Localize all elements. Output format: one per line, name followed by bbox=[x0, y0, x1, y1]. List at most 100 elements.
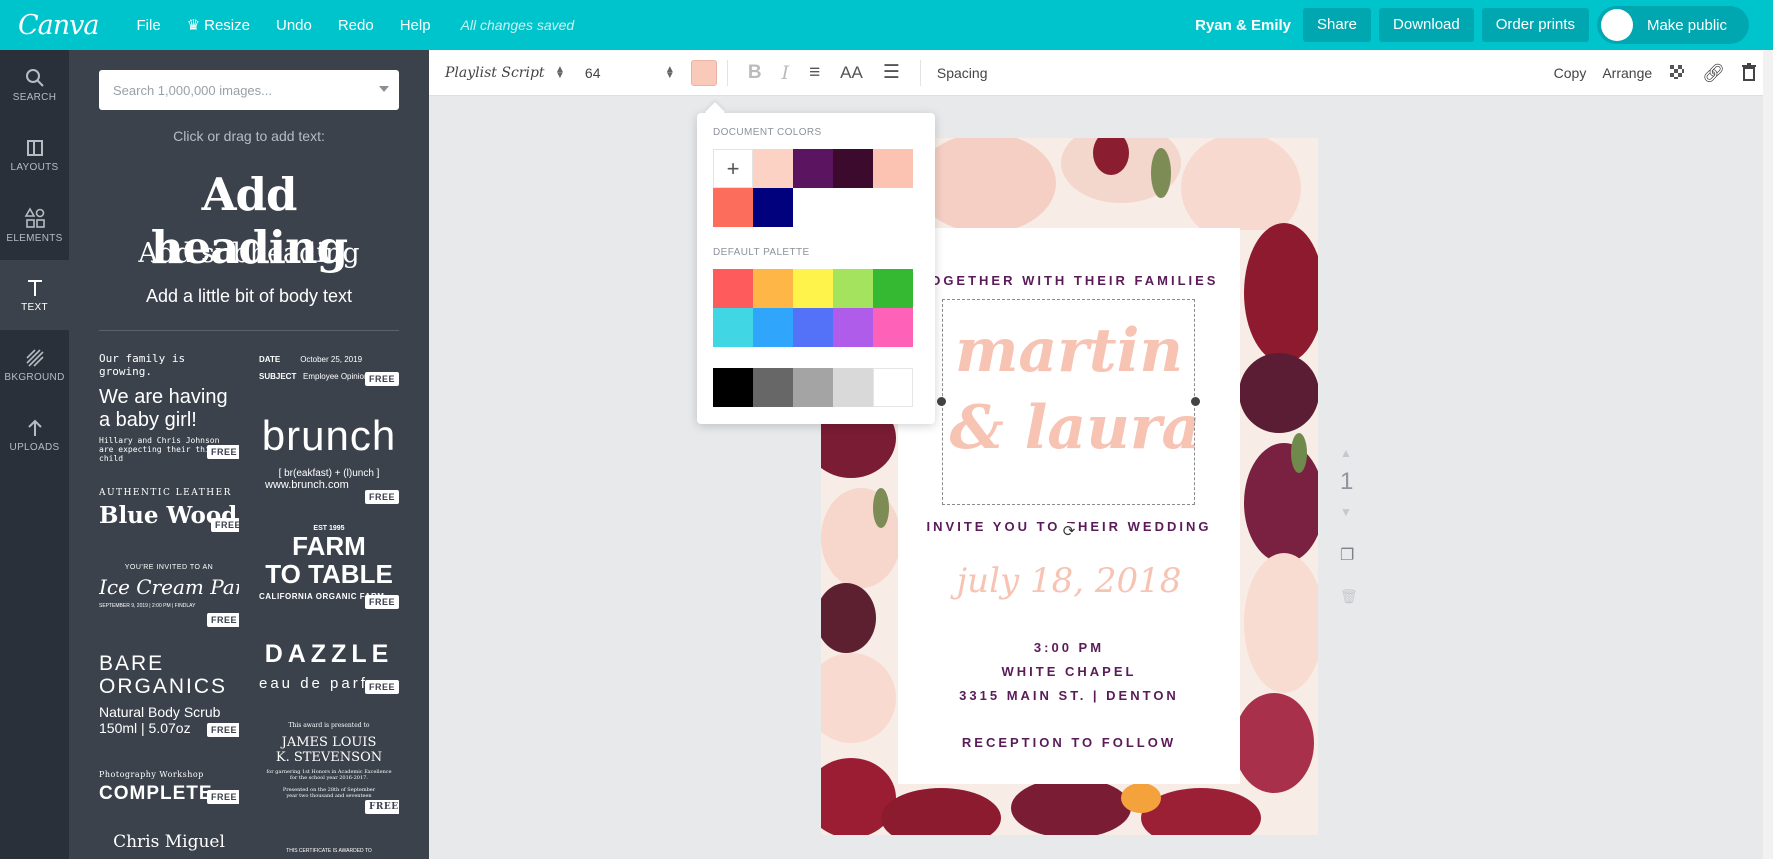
rail-search[interactable]: SEARCH bbox=[0, 50, 69, 120]
menu-file[interactable]: File bbox=[137, 17, 161, 34]
rail-search-label: SEARCH bbox=[12, 91, 57, 103]
color-swatch[interactable] bbox=[873, 368, 913, 407]
download-button[interactable]: Download bbox=[1379, 8, 1474, 42]
resize-handle-right[interactable] bbox=[1191, 397, 1200, 406]
crown-icon: ♛ bbox=[186, 17, 201, 34]
left-rail: SEARCH LAYOUTS ELEMENTS TEXT BKGROUND UP… bbox=[0, 50, 69, 859]
template-baby[interactable]: Our family is growing. We are having a b… bbox=[99, 352, 239, 462]
text-color-button[interactable] bbox=[690, 59, 717, 86]
top-bar: Canva File ♛ Resize Undo Redo Help All c… bbox=[0, 0, 1773, 50]
template-photography[interactable]: Photography Workshop COMPLETE FREE bbox=[99, 770, 239, 820]
delete-page-icon[interactable]: 🗑︎ bbox=[1340, 588, 1358, 605]
make-public-toggle[interactable]: Make public bbox=[1596, 6, 1749, 44]
color-swatch[interactable] bbox=[833, 149, 873, 188]
canva-logo[interactable]: Canva bbox=[18, 10, 99, 41]
tpl-text: YOU'RE INVITED TO AN bbox=[124, 564, 214, 571]
tpl-text: [ br(eakfast) + (l)unch ] bbox=[278, 468, 380, 479]
rail-background[interactable]: BKGROUND bbox=[0, 330, 69, 400]
memo-date-row: DATE October 25, 2019 bbox=[259, 355, 399, 364]
rail-elements[interactable]: ELEMENTS bbox=[0, 190, 69, 260]
color-swatch[interactable] bbox=[753, 149, 793, 188]
together-text[interactable]: TOGETHER WITH THEIR FAMILIES bbox=[898, 273, 1240, 288]
date-text[interactable]: july 18, 2018 bbox=[898, 561, 1240, 601]
menu-redo[interactable]: Redo bbox=[338, 17, 374, 34]
color-swatch[interactable] bbox=[713, 368, 753, 407]
color-swatch[interactable] bbox=[873, 149, 913, 188]
letter-case-icon[interactable]: AA bbox=[840, 63, 863, 83]
add-body-text-button[interactable]: Add a little bit of body text bbox=[99, 286, 399, 307]
tpl-text: for the school year 2016-2017. bbox=[290, 775, 368, 781]
tpl-text: TO TABLE bbox=[265, 559, 393, 589]
team-name[interactable]: Ryan & Emily bbox=[1195, 17, 1291, 34]
align-center-icon[interactable]: ≡ bbox=[809, 62, 820, 84]
template-chris[interactable]: Chris Miguel bbox=[99, 832, 239, 859]
color-swatch[interactable] bbox=[753, 308, 793, 347]
add-color-button[interactable]: + bbox=[713, 149, 753, 188]
rotate-icon[interactable]: ⟳ bbox=[1060, 523, 1078, 541]
template-ice-cream[interactable]: YOU'RE INVITED TO AN Ice Cream Party SEP… bbox=[99, 564, 239, 639]
share-button[interactable]: Share bbox=[1303, 8, 1372, 42]
rail-text[interactable]: TEXT bbox=[0, 260, 69, 330]
menu-help[interactable]: Help bbox=[400, 17, 431, 34]
time-text[interactable]: 3:00 PM bbox=[898, 640, 1240, 655]
venue-text[interactable]: WHITE CHAPEL bbox=[898, 664, 1240, 679]
spacing-button[interactable]: Spacing bbox=[937, 65, 988, 81]
color-swatch[interactable] bbox=[713, 308, 753, 347]
color-swatch[interactable] bbox=[753, 368, 793, 407]
template-certificate[interactable]: THIS CERTIFICATE IS AWARDED TO bbox=[259, 848, 399, 859]
template-farm[interactable]: EST 1995 FARM TO TABLE CALIFORNIA ORGANI… bbox=[259, 525, 399, 615]
template-bare-organics[interactable]: BARE ORGANICS Natural Body Scrub 150ml |… bbox=[99, 652, 239, 742]
color-swatch[interactable] bbox=[833, 308, 873, 347]
arrange-button[interactable]: Arrange bbox=[1602, 65, 1652, 81]
italic-icon[interactable]: I bbox=[782, 62, 790, 84]
color-swatch[interactable] bbox=[833, 368, 873, 407]
free-badge: FREE bbox=[365, 372, 399, 386]
color-swatch[interactable] bbox=[793, 149, 833, 188]
document-colors-label: DOCUMENT COLORS bbox=[713, 127, 822, 138]
transparency-icon[interactable] bbox=[1668, 63, 1686, 84]
font-select-arrows-icon[interactable]: ▲ ▼ bbox=[555, 64, 565, 80]
duplicate-page-icon[interactable]: ❐ bbox=[1340, 545, 1354, 565]
address-text[interactable]: 3315 MAIN ST. | DENTON bbox=[898, 688, 1240, 703]
trash-icon[interactable] bbox=[1741, 62, 1757, 84]
color-swatch[interactable] bbox=[713, 188, 753, 227]
template-dazzle[interactable]: DAZZLE eau de parfum FREE bbox=[259, 640, 399, 700]
menu-undo[interactable]: Undo bbox=[276, 17, 312, 34]
move-page-down-icon[interactable]: ▼ bbox=[1340, 505, 1352, 519]
chevron-down-icon[interactable] bbox=[379, 86, 389, 92]
move-page-up-icon[interactable]: ▲ bbox=[1340, 446, 1352, 460]
color-swatch[interactable] bbox=[793, 269, 833, 308]
bold-icon[interactable]: B bbox=[748, 62, 762, 84]
link-icon[interactable]: 🔗︎ bbox=[1702, 63, 1725, 84]
copy-button[interactable]: Copy bbox=[1554, 65, 1587, 81]
template-award[interactable]: This award is presented to JAMES LOUIS K… bbox=[259, 722, 399, 822]
rail-layouts[interactable]: LAYOUTS bbox=[0, 120, 69, 190]
color-swatch[interactable] bbox=[753, 188, 793, 227]
rail-uploads[interactable]: UPLOADS bbox=[0, 400, 69, 470]
color-swatch[interactable] bbox=[873, 269, 913, 308]
template-leather[interactable]: AUTHENTIC LEATHER Blue Wood FREE bbox=[99, 488, 239, 548]
list-icon[interactable]: ☰ bbox=[883, 61, 900, 84]
color-swatch[interactable] bbox=[753, 269, 793, 308]
order-prints-button[interactable]: Order prints bbox=[1481, 8, 1589, 42]
font-select[interactable]: Playlist Script bbox=[445, 65, 555, 81]
color-swatch[interactable] bbox=[793, 368, 833, 407]
menu-resize[interactable]: ♛ Resize bbox=[186, 16, 250, 35]
font-size-input[interactable]: 64 bbox=[585, 65, 665, 81]
search-input[interactable]: Search 1,000,000 images... bbox=[99, 70, 399, 110]
add-subheading-button[interactable]: Add subheading bbox=[99, 238, 399, 269]
font-size-arrows-icon[interactable]: ▲ ▼ bbox=[665, 64, 675, 80]
selection-box[interactable] bbox=[942, 299, 1195, 505]
color-swatch[interactable] bbox=[713, 269, 753, 308]
tpl-text: a baby girl! bbox=[99, 409, 197, 431]
tpl-text: brunch bbox=[261, 412, 397, 459]
free-badge: FREE bbox=[365, 595, 399, 609]
rail-layouts-label: LAYOUTS bbox=[10, 161, 59, 173]
color-swatch[interactable] bbox=[873, 308, 913, 347]
vertical-scrollbar[interactable] bbox=[1763, 50, 1773, 859]
color-swatch[interactable] bbox=[833, 269, 873, 308]
resize-handle-left[interactable] bbox=[937, 397, 946, 406]
color-swatch[interactable] bbox=[793, 308, 833, 347]
reception-text[interactable]: RECEPTION TO FOLLOW bbox=[898, 735, 1240, 750]
template-brunch[interactable]: brunch [ br(eakfast) + (l)unch ] www.bru… bbox=[259, 412, 399, 522]
